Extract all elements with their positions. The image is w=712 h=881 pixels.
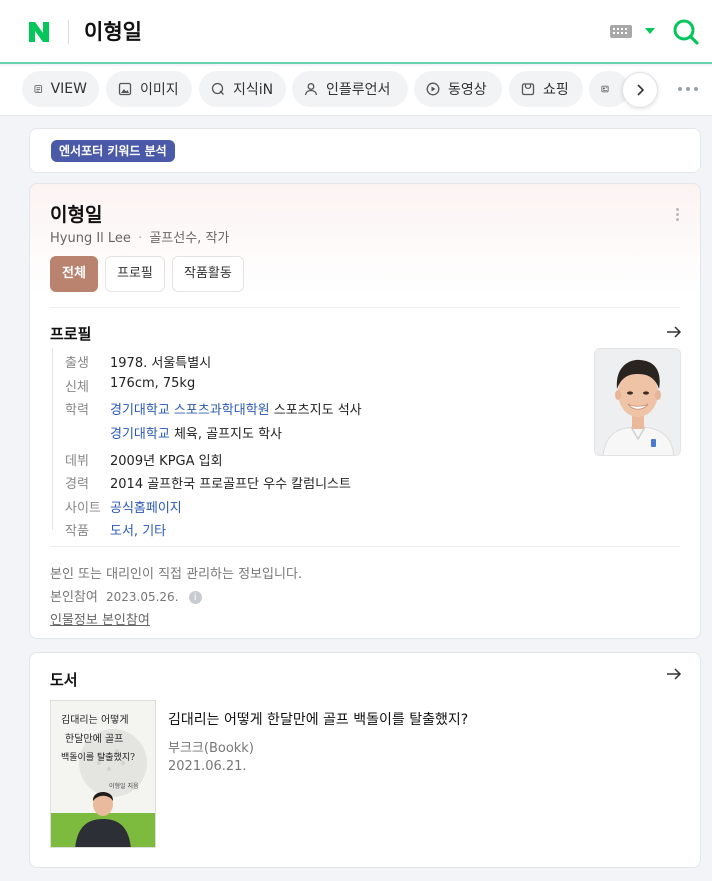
cover-author: 이형일 지음	[109, 783, 139, 790]
works-row: 도서, 기타	[110, 520, 166, 539]
keyword-card: 엔서포터 키워드 분석	[29, 128, 701, 173]
tab-label: 지식iN	[233, 82, 274, 98]
tab-video[interactable]: 동영상	[414, 71, 502, 107]
tab-label: VIEW	[50, 81, 87, 97]
image-icon	[118, 82, 132, 96]
profile-section-title: 프로필	[50, 325, 92, 343]
chevron-down-icon[interactable]	[645, 28, 655, 34]
debut-label: 데뷔	[65, 454, 89, 469]
knowledge-icon	[211, 82, 224, 95]
news-icon	[601, 85, 609, 93]
education-detail-2: 체육, 골프지도 학사	[169, 427, 283, 442]
person-subtitle: Hyung Il Lee · 골프선수, 작가	[50, 231, 230, 246]
education-row-1: 경기대학교 스포츠과학대학원 스포츠지도 석사	[110, 399, 362, 418]
tab-view[interactable]: VIEW	[22, 71, 99, 107]
divider	[50, 546, 680, 547]
more-options-icon[interactable]	[676, 208, 679, 221]
tab-label: 동영상	[448, 82, 487, 98]
cover-title: 김대리는 어떻게 한달만에 골프 백돌이를 탈출했지?	[61, 711, 135, 768]
body-label: 신체	[65, 380, 89, 395]
book-title[interactable]: 김대리는 어떻게 한달만에 골프 백돌이를 탈출했지?	[168, 709, 468, 729]
book-publisher: 부크크(Bookk)	[168, 741, 254, 756]
keyboard-icon[interactable]	[610, 25, 632, 38]
books-section-title: 도서	[50, 671, 78, 689]
search-icon[interactable]	[672, 17, 700, 47]
works-label: 작품	[65, 524, 89, 539]
site-label: 사이트	[65, 501, 101, 516]
header-divider	[68, 20, 69, 44]
profile-rows-line	[52, 348, 53, 530]
search-tabs: VIEW 이미지 지식iN 인플루언서 동영상 쇼핑	[0, 66, 712, 116]
birth-value: 1978. 서울특별시	[110, 356, 212, 371]
play-icon	[426, 82, 440, 96]
divider	[50, 307, 680, 308]
cover-line-3: 백돌이를 탈출했지?	[61, 753, 135, 763]
person-profile-card: 이형일 Hyung Il Lee · 골프선수, 작가 전체 프로필 작품활동 …	[29, 183, 701, 639]
tab-label: 이미지	[140, 82, 179, 98]
tab-influencer[interactable]: 인플루언서	[292, 71, 408, 107]
works-separator: ,	[133, 524, 143, 539]
education-detail-1: 스포츠지도 석사	[269, 403, 362, 418]
filter-works[interactable]: 작품활동	[172, 256, 244, 292]
person-name-en: Hyung Il Lee	[50, 231, 131, 246]
naver-logo-icon[interactable]	[26, 19, 52, 45]
search-query[interactable]: 이형일	[84, 16, 142, 46]
filter-all[interactable]: 전체	[50, 256, 98, 292]
profile-photo[interactable]	[594, 348, 681, 456]
participation-row: 본인참여 2023.05.26. i	[50, 586, 202, 605]
debut-value: 2009년 KPGA 입회	[110, 454, 223, 469]
tab-knowledge-in[interactable]: 지식iN	[199, 71, 286, 107]
official-site-link[interactable]: 공식홈페이지	[110, 497, 182, 516]
tabs-next-button[interactable]	[622, 72, 658, 108]
person-icon	[304, 83, 318, 96]
header: 이형일	[0, 0, 712, 64]
tab-images[interactable]: 이미지	[106, 71, 192, 107]
works-link-etc[interactable]: 기타	[142, 524, 166, 539]
career-label: 경력	[65, 477, 89, 492]
book-cover[interactable]: 김대리는 어떻게 한달만에 골프 백돌이를 탈출했지? 이형일 지음	[50, 700, 156, 848]
participate-link[interactable]: 인물정보 본인참여	[50, 609, 150, 628]
more-icon[interactable]	[678, 87, 698, 91]
person-name[interactable]: 이형일	[50, 200, 102, 227]
info-icon[interactable]: i	[188, 591, 202, 604]
tab-label: 인플루언서	[326, 82, 391, 98]
keyword-analysis-badge[interactable]: 엔서포터 키워드 분석	[51, 140, 175, 162]
filter-profile[interactable]: 프로필	[105, 256, 165, 292]
person-photo-image	[595, 349, 680, 455]
arrow-right-icon[interactable]	[666, 667, 682, 681]
birth-label: 출생	[65, 356, 89, 371]
view-icon	[34, 85, 43, 93]
education-label: 학력	[65, 403, 89, 418]
chevron-right-icon	[637, 84, 645, 96]
participation-label: 본인참여	[50, 590, 98, 605]
education-row-2: 경기대학교 체육, 골프지도 학사	[110, 423, 282, 442]
body-value: 176cm, 75kg	[110, 376, 196, 391]
career-value: 2014 골프한국 프로골프단 우수 칼럼니스트	[110, 477, 351, 492]
person-occupation: 골프선수, 작가	[149, 231, 230, 246]
book-date: 2021.06.21.	[168, 759, 247, 774]
shopping-icon	[521, 83, 535, 96]
managed-info-note: 본인 또는 대리인이 직접 관리하는 정보입니다.	[50, 567, 303, 582]
arrow-right-icon[interactable]	[666, 325, 682, 339]
participation-date: 2023.05.26.	[105, 590, 179, 604]
tab-shopping[interactable]: 쇼핑	[509, 71, 583, 107]
cover-line-2: 한달만에 골프	[65, 734, 124, 745]
cover-line-1: 김대리는 어떻게	[61, 715, 129, 726]
education-link-2[interactable]: 경기대학교	[110, 427, 170, 442]
education-link-1[interactable]: 경기대학교 스포츠과학대학원	[110, 403, 270, 418]
works-link-books[interactable]: 도서	[110, 524, 134, 539]
books-card: 도서 김대리는 어떻게 한달만에 골프 백돌이를 탈출했지? 이형일 지음 김대…	[29, 652, 701, 868]
tab-label: 쇼핑	[543, 82, 569, 98]
